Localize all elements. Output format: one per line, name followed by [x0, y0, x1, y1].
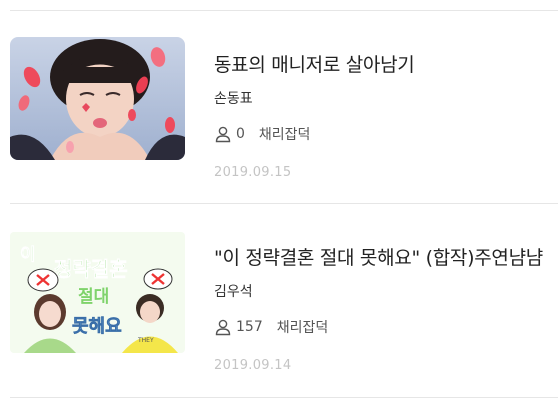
post-title[interactable]: 동표의 매니저로 살아남기 [214, 50, 415, 77]
post-category[interactable]: 채리잡덕 [277, 317, 329, 337]
post-author[interactable]: 손동표 [214, 88, 253, 108]
thumbnail-image: 이 정략결혼 절대 못해요 THEY [10, 232, 185, 353]
post-card[interactable]: 동표의 매니저로 살아남기 손동표 0 채리잡덕 2019.09.15 [0, 10, 558, 205]
post-meta: 0 채리잡덕 [214, 124, 310, 144]
cover-text-1: 이 [20, 245, 36, 265]
post-date: 2019.09.15 [214, 165, 292, 180]
post-thumbnail[interactable] [10, 37, 185, 160]
cover-text-2: 정략결혼 [54, 257, 128, 281]
view-count: 157 [236, 319, 263, 335]
post-card[interactable]: 이 정략결혼 절대 못해요 THEY "이 정략결혼 절대 못해요" (합작)주… [0, 203, 558, 398]
post-list: 동표의 매니저로 살아남기 손동표 0 채리잡덕 2019.09.15 이 정략… [0, 0, 558, 418]
cover-text-3: 절대 [78, 286, 109, 307]
svg-text:THEY: THEY [137, 337, 154, 344]
person-icon [215, 319, 231, 336]
post-author[interactable]: 김우석 [214, 281, 253, 301]
view-count: 0 [236, 126, 245, 142]
thumbnail-image [10, 37, 185, 160]
person-icon [215, 126, 231, 143]
post-title[interactable]: "이 정략결혼 절대 못해요" (합작)주연냠냠 [214, 243, 543, 270]
post-date: 2019.09.14 [214, 358, 292, 373]
post-meta: 157 채리잡덕 [214, 317, 328, 337]
cover-text-4: 못해요 [72, 316, 122, 337]
post-category[interactable]: 채리잡덕 [259, 124, 311, 144]
post-thumbnail[interactable]: 이 정략결혼 절대 못해요 THEY [10, 232, 185, 353]
divider [10, 397, 558, 398]
